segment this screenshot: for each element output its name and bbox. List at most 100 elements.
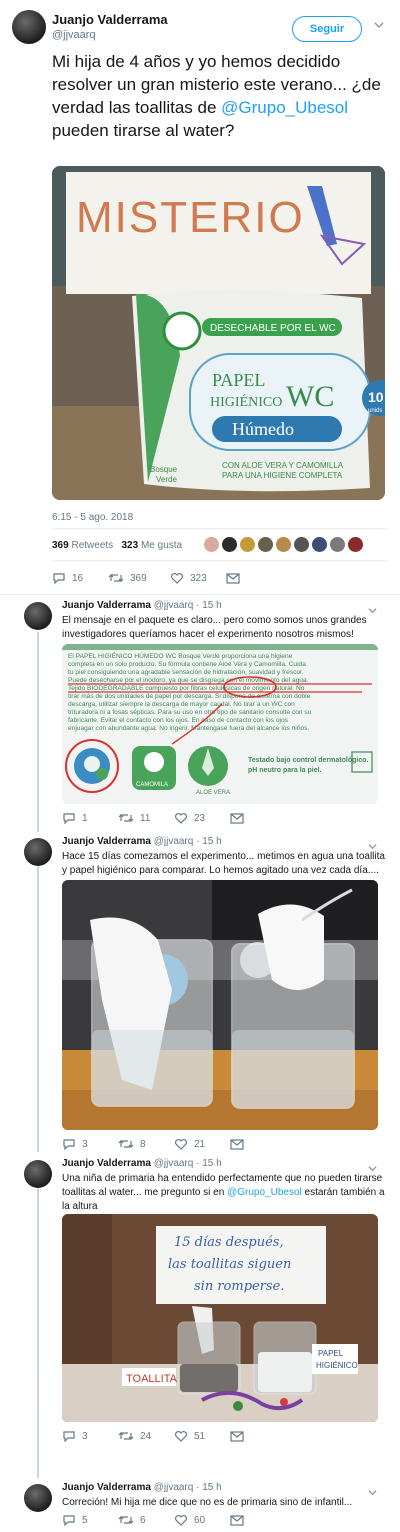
reply-header: Juanjo Valderrama @jjvaarq · 15 h	[62, 1482, 222, 1493]
like-button[interactable]: 23	[174, 812, 230, 824]
svg-text:pH neutro para la piel.: pH neutro para la piel.	[248, 767, 322, 774]
svg-text:El PAPEL HIGIÉNICO HÚMEDO WC B: El PAPEL HIGIÉNICO HÚMEDO WC Bosque Verd…	[68, 651, 293, 660]
svg-text:las toallitas siguen: las toallitas siguen	[168, 1257, 291, 1272]
author-handle[interactable]: @jjvaarq	[52, 29, 96, 41]
reply-icon	[53, 573, 65, 584]
svg-text:fabricante. Evitar el contacto: fabricante. Evitar el contacto con los o…	[68, 717, 289, 724]
avatar[interactable]	[24, 1484, 52, 1512]
time[interactable]: 15 h	[202, 1482, 221, 1493]
author-name[interactable]: Juanjo Valderrama	[62, 1482, 151, 1493]
reply-icon	[63, 1139, 75, 1150]
author-name[interactable]: Juanjo Valderrama	[52, 12, 168, 27]
message-icon	[226, 572, 240, 584]
author-handle[interactable]: @jjvaarq	[154, 836, 194, 847]
reply-tweet: Juanjo Valderrama @jjvaarq · 15 h Correc…	[0, 1480, 400, 1530]
tweet-photo[interactable]: MISTERIO DESECHABLE POR EL WC PAPEL HIGI…	[52, 166, 385, 500]
svg-text:PAPEL: PAPEL	[212, 370, 265, 390]
reply-icon	[63, 1431, 75, 1442]
reply-button[interactable]: 3	[62, 1138, 118, 1150]
divider	[52, 528, 388, 529]
svg-text:Testado bajo control dermatoló: Testado bajo control dermatológico.	[248, 757, 368, 764]
message-button[interactable]	[230, 812, 244, 824]
chevron-down-icon[interactable]	[374, 20, 384, 30]
like-icon	[175, 1515, 187, 1526]
divider	[52, 560, 388, 561]
svg-text:completa en un solo producto.: completa en un solo producto. Su fórmula…	[68, 661, 306, 668]
reply-button[interactable]: 3	[62, 1430, 118, 1442]
retweet-button[interactable]: 11	[118, 812, 174, 824]
svg-text:15 días después,: 15 días después,	[174, 1235, 284, 1250]
message-icon	[230, 1138, 244, 1150]
avatar[interactable]	[24, 1160, 52, 1188]
author-handle[interactable]: @jjvaarq	[154, 1482, 194, 1493]
main-tweet: Juanjo Valderrama @jjvaarq Seguir Mi hij…	[0, 0, 400, 596]
likes-count[interactable]: 323	[122, 540, 139, 551]
retweet-icon	[108, 574, 124, 582]
message-button[interactable]	[230, 1514, 244, 1526]
follow-button[interactable]: Seguir	[292, 16, 362, 42]
like-icon	[175, 1139, 187, 1150]
message-icon	[230, 1430, 244, 1442]
avatar[interactable]	[330, 537, 345, 552]
message-button[interactable]	[230, 1138, 244, 1150]
author-name[interactable]: Juanjo Valderrama	[62, 836, 151, 847]
reply-button[interactable]: 16	[52, 572, 108, 584]
reply-icon	[63, 1515, 75, 1526]
avatar[interactable]	[348, 537, 363, 552]
reply-tweet: Juanjo Valderrama @jjvaarq · 15 h Hace 1…	[0, 834, 400, 1152]
author-handle[interactable]: @jjvaarq	[154, 600, 194, 611]
pack-banner: DESECHABLE POR EL WC	[210, 323, 336, 334]
action-bar: 3 24 51	[62, 1430, 244, 1442]
message-button[interactable]	[230, 1430, 244, 1442]
like-button[interactable]: 21	[174, 1138, 230, 1150]
svg-text:tu piel consiguiendo una agrad: tu piel consiguiendo una agradable sensa…	[68, 669, 304, 676]
retweet-button[interactable]: 369	[108, 572, 170, 584]
avatar[interactable]	[240, 537, 255, 552]
reply-photo[interactable]: 15 días después, las toallitas siguen si…	[62, 1214, 378, 1422]
svg-text:Verde: Verde	[156, 475, 177, 484]
author-handle[interactable]: @jjvaarq	[154, 1158, 194, 1169]
avatar[interactable]	[24, 602, 52, 630]
like-button[interactable]: 60	[174, 1514, 230, 1526]
divider	[0, 594, 400, 595]
retweet-button[interactable]: 24	[118, 1430, 174, 1442]
reply-text: Correción! Mi hija me dice que no es de …	[62, 1497, 353, 1508]
avatar[interactable]	[294, 537, 309, 552]
reply-button[interactable]: 5	[62, 1514, 118, 1526]
reply-button[interactable]: 1	[62, 812, 118, 824]
reply-header: Juanjo Valderrama @jjvaarq · 15 h	[62, 836, 222, 847]
svg-text:HIGIÉNICO: HIGIÉNICO	[316, 1361, 358, 1370]
svg-text:CON ALOE VERA Y CAMOMILLA: CON ALOE VERA Y CAMOMILLA	[222, 461, 344, 470]
avatar[interactable]	[12, 10, 46, 44]
like-button[interactable]: 323	[170, 572, 226, 584]
timestamp[interactable]: 6:15 - 5 ago. 2018	[52, 512, 133, 523]
time[interactable]: 15 h	[202, 836, 221, 847]
message-button[interactable]	[226, 572, 240, 584]
author-name[interactable]: Juanjo Valderrama	[62, 600, 151, 611]
reply-photo[interactable]	[62, 880, 378, 1130]
avatar[interactable]	[312, 537, 327, 552]
action-bar: 1 11 23	[62, 812, 244, 824]
retweet-button[interactable]: 6	[118, 1514, 174, 1526]
svg-text:Bosque: Bosque	[150, 465, 178, 474]
author-name[interactable]: Juanjo Valderrama	[62, 1158, 151, 1169]
mention-link[interactable]: @Grupo_Ubesol	[227, 1187, 302, 1198]
avatar[interactable]	[204, 537, 219, 552]
retweets-count[interactable]: 369	[52, 540, 69, 551]
avatar[interactable]	[222, 537, 237, 552]
reply-text: Una niña de primaria ha entendido perfec…	[62, 1173, 385, 1212]
reply-icon	[63, 813, 75, 824]
svg-text:Puede desecharse por el inodor: Puede desecharse por el inodoro, ya que …	[68, 677, 309, 684]
avatar[interactable]	[258, 537, 273, 552]
time[interactable]: 15 h	[202, 1158, 221, 1169]
avatar[interactable]	[24, 838, 52, 866]
avatar[interactable]	[276, 537, 291, 552]
retweet-button[interactable]: 8	[118, 1138, 174, 1150]
reply-tweet: Juanjo Valderrama @jjvaarq · 15 h Una ni…	[0, 1156, 400, 1474]
reply-photo[interactable]: El PAPEL HIGIÉNICO HÚMEDO WC Bosque Verd…	[62, 644, 378, 804]
reply-tweet: Juanjo Valderrama @jjvaarq · 15 h El men…	[0, 598, 400, 826]
time[interactable]: 15 h	[202, 600, 221, 611]
like-button[interactable]: 51	[174, 1430, 230, 1442]
sign-text: MISTERIO	[76, 193, 305, 242]
mention-link[interactable]: @Grupo_Ubesol	[221, 98, 348, 117]
